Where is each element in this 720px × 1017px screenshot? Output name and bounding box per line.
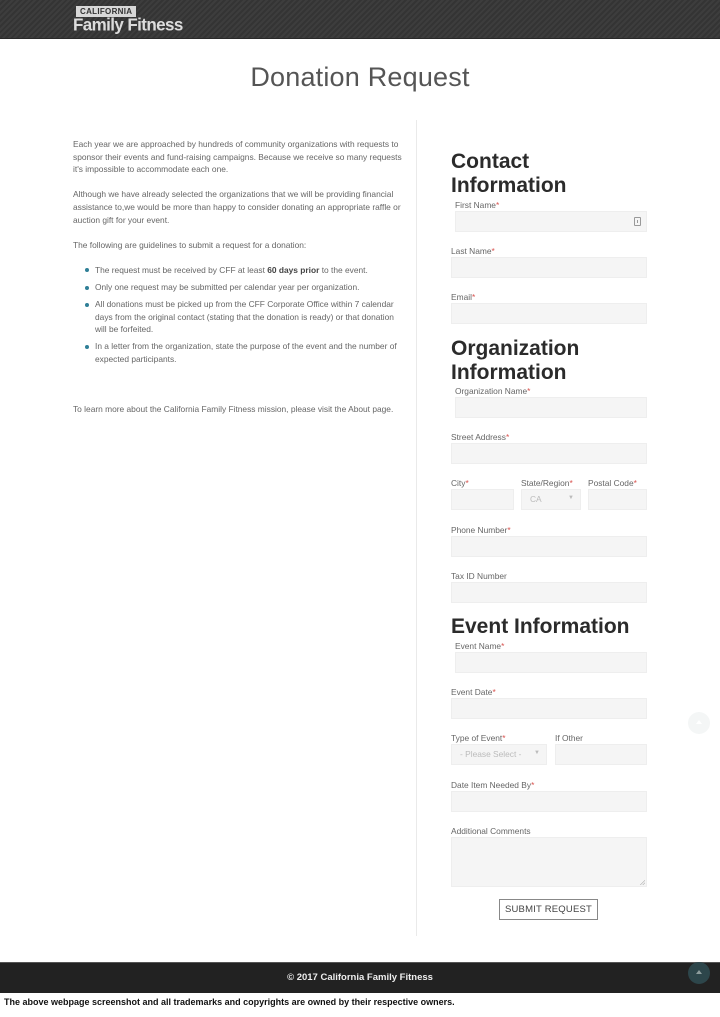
resize-handle-icon[interactable]	[640, 880, 645, 885]
tax-id-input[interactable]	[451, 582, 647, 603]
state-label: State/Region*	[521, 478, 573, 488]
footer: © 2017 California Family Fitness	[0, 962, 720, 993]
mission-text: To learn more about the California Famil…	[73, 404, 394, 414]
postal-code-label: Postal Code*	[588, 478, 637, 488]
scroll-to-top-icon[interactable]	[688, 712, 710, 734]
date-needed-label: Date Item Needed By*	[451, 780, 535, 790]
event-type-select[interactable]: - Please Select - ▼	[451, 744, 547, 765]
state-select[interactable]: CA ▼	[521, 489, 581, 510]
if-other-label: If Other	[555, 733, 583, 743]
intro-paragraph: The following are guidelines to submit a…	[73, 239, 307, 250]
bullet-icon	[85, 302, 89, 307]
city-input[interactable]	[451, 489, 514, 510]
contact-info-heading: Contact Information	[451, 150, 567, 197]
autofill-contact-icon[interactable]	[634, 217, 641, 226]
chevron-down-icon: ▼	[534, 750, 540, 756]
chevron-down-icon: ▼	[568, 495, 574, 501]
bullet-icon	[85, 344, 89, 349]
disclaimer-text: The above webpage screenshot and all tra…	[4, 997, 455, 1007]
organization-name-input[interactable]	[455, 397, 647, 418]
guideline-item: All donations must be picked up from the…	[85, 298, 403, 336]
site-logo[interactable]: CALIFORNIA Family Fitness	[73, 6, 183, 34]
organization-info-heading: Organization Information	[451, 337, 580, 384]
submit-request-button[interactable]: SUBMIT REQUEST	[499, 899, 598, 920]
first-name-label: First Name*	[455, 200, 500, 210]
guideline-item: Only one request may be submitted per ca…	[85, 281, 403, 294]
back-to-top-icon[interactable]	[688, 962, 710, 984]
intro-paragraph: Each year we are approached by hundreds …	[73, 139, 402, 175]
event-info-heading: Event Information	[451, 615, 630, 638]
logo-family-fitness: Family Fitness	[73, 14, 183, 35]
phone-number-label: Phone Number*	[451, 525, 511, 535]
about-link[interactable]: About	[348, 404, 370, 414]
street-address-input[interactable]	[451, 443, 647, 464]
organization-name-label: Organization Name*	[455, 386, 531, 396]
intro-text: Each year we are approached by hundreds …	[73, 138, 403, 370]
if-other-input[interactable]	[555, 744, 647, 765]
event-date-input[interactable]	[451, 698, 647, 719]
column-divider	[416, 120, 417, 936]
postal-code-input[interactable]	[588, 489, 647, 510]
intro-paragraph: Although we have already selected the or…	[73, 189, 401, 225]
event-name-label: Event Name*	[455, 641, 505, 651]
date-needed-input[interactable]	[451, 791, 647, 812]
event-type-selected-value: - Please Select -	[460, 749, 522, 759]
street-address-label: Street Address*	[451, 432, 510, 442]
last-name-input[interactable]	[451, 257, 647, 278]
first-name-input[interactable]	[455, 211, 647, 232]
phone-number-input[interactable]	[451, 536, 647, 557]
state-selected-value: CA	[530, 494, 542, 504]
comments-textarea[interactable]	[451, 837, 647, 887]
city-label: City*	[451, 478, 469, 488]
tax-id-label: Tax ID Number	[451, 571, 507, 581]
guideline-item: The request must be received by CFF at l…	[85, 264, 403, 277]
event-name-input[interactable]	[455, 652, 647, 673]
email-label: Email*	[451, 292, 476, 302]
bullet-icon	[85, 268, 89, 273]
guideline-item: In a letter from the organization, state…	[85, 340, 403, 365]
email-input[interactable]	[451, 303, 647, 324]
event-type-label: Type of Event*	[451, 733, 506, 743]
top-bar: CALIFORNIA Family Fitness	[0, 0, 720, 39]
last-name-label: Last Name*	[451, 246, 495, 256]
event-date-label: Event Date*	[451, 687, 496, 697]
guidelines-list: The request must be received by CFF at l…	[73, 264, 403, 366]
comments-label: Additional Comments	[451, 826, 531, 836]
footer-copyright: © 2017 California Family Fitness	[287, 972, 433, 983]
bullet-icon	[85, 285, 89, 290]
page-title: Donation Request	[250, 62, 470, 92]
